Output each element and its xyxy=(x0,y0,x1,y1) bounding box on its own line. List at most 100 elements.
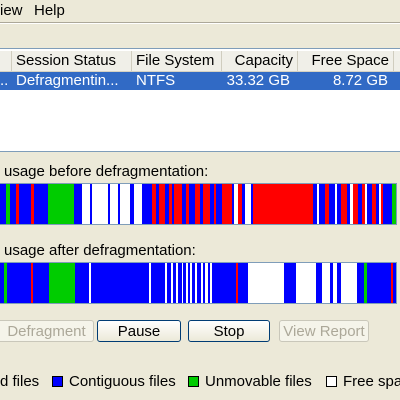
usage-segment xyxy=(347,184,350,224)
usage-segment xyxy=(367,184,372,224)
menu-help[interactable]: Help xyxy=(34,2,65,19)
usage-segment xyxy=(49,263,75,303)
usage-segment xyxy=(364,263,367,303)
free-swatch-icon xyxy=(326,376,337,387)
volume-row[interactable]: .. Defragmentin... NTFS 33.32 GB 8.72 GB xyxy=(0,72,400,90)
usage-segment xyxy=(391,263,393,303)
usage-segment xyxy=(357,263,360,303)
usage-segment xyxy=(372,184,376,224)
usage-segment xyxy=(203,184,210,224)
usage-segment xyxy=(169,184,172,224)
usage-segment xyxy=(205,263,208,303)
usage-segment xyxy=(214,184,216,224)
usage-segment xyxy=(167,263,171,303)
usage-segment xyxy=(108,184,110,224)
usage-segment xyxy=(232,184,234,224)
usage-segment xyxy=(393,263,396,303)
usage-segment xyxy=(284,263,296,303)
usage-segment xyxy=(176,263,178,303)
usage-segment xyxy=(360,263,364,303)
defragment-button[interactable]: Defragment xyxy=(0,320,94,342)
usage-segment xyxy=(130,184,134,224)
usage-segment xyxy=(90,184,92,224)
usage-segment xyxy=(362,184,365,224)
unmovable-swatch-icon xyxy=(188,376,199,387)
usage-segment xyxy=(325,184,329,224)
usage-before-label: usage before defragmentation: xyxy=(4,163,209,180)
usage-segment xyxy=(16,184,19,224)
usage-segment xyxy=(142,184,152,224)
legend-fragmented: d files xyxy=(0,374,45,392)
column-header-session-status[interactable]: Session Status xyxy=(12,51,132,71)
usage-segment xyxy=(174,184,182,224)
usage-segment xyxy=(392,184,396,224)
usage-segment xyxy=(381,184,383,224)
usage-segment xyxy=(238,263,248,303)
usage-before-bars xyxy=(0,184,396,224)
usage-segment xyxy=(296,263,316,303)
usage-after-bars xyxy=(0,263,396,303)
usage-segment xyxy=(0,263,4,303)
legend-free-label: Free spa xyxy=(343,374,400,390)
legend-contiguous: Contiguous files xyxy=(52,374,182,392)
usage-segment xyxy=(201,263,203,303)
column-header-free-space[interactable]: Free Space xyxy=(298,51,394,71)
usage-segment xyxy=(383,184,386,224)
volume-list[interactable]: Session Status File System Capacity Free… xyxy=(0,48,400,152)
usage-segment xyxy=(172,184,174,224)
usage-segment xyxy=(173,263,176,303)
legend-unmovable-label: Unmovable files xyxy=(205,373,312,390)
usage-segment xyxy=(75,263,89,303)
usage-segment xyxy=(200,184,203,224)
usage-segment xyxy=(7,263,31,303)
usage-segment xyxy=(335,184,337,224)
usage-segment xyxy=(379,184,381,224)
usage-segment xyxy=(208,263,210,303)
usage-segment xyxy=(192,263,195,303)
usage-segment xyxy=(234,184,238,224)
usage-segment xyxy=(248,263,284,303)
usage-segment xyxy=(6,184,10,224)
usage-segment xyxy=(341,263,357,303)
usage-segment xyxy=(313,184,317,224)
usage-segment xyxy=(210,184,214,224)
usage-segment xyxy=(165,184,169,224)
usage-segment xyxy=(48,184,74,224)
usage-segment xyxy=(120,184,130,224)
usage-segment xyxy=(19,184,31,224)
menu-separator xyxy=(0,22,400,24)
pause-button[interactable]: Pause xyxy=(97,320,181,342)
usage-segment xyxy=(238,184,242,224)
usage-segment xyxy=(197,263,201,303)
usage-segment xyxy=(245,184,251,224)
menu-bar: iew Help xyxy=(0,0,400,22)
usage-segment xyxy=(159,184,165,224)
column-header-volume[interactable] xyxy=(0,51,12,71)
usage-segment xyxy=(182,184,186,224)
usage-segment xyxy=(353,184,358,224)
usage-segment xyxy=(322,263,330,303)
usage-segment xyxy=(376,184,379,224)
usage-segment xyxy=(92,184,108,224)
usage-segment xyxy=(222,184,232,224)
usage-segment xyxy=(34,184,48,224)
usage-segment xyxy=(31,263,33,303)
volume-session-status: Defragmentin... xyxy=(16,72,119,89)
legend-free: Free spa xyxy=(326,374,400,392)
column-header-file-system[interactable]: File System xyxy=(132,51,222,71)
column-header-capacity[interactable]: Capacity xyxy=(222,51,298,71)
usage-segment xyxy=(33,263,49,303)
usage-segment xyxy=(156,184,159,224)
usage-segment xyxy=(182,263,183,303)
usage-segment xyxy=(367,263,391,303)
usage-segment xyxy=(329,184,335,224)
usage-segment xyxy=(333,263,337,303)
usage-segment xyxy=(152,184,156,224)
view-report-button[interactable]: View Report xyxy=(279,320,369,342)
stop-button[interactable]: Stop xyxy=(188,320,270,342)
menu-view[interactable]: iew xyxy=(0,2,23,19)
usage-segment xyxy=(212,263,236,303)
usage-segment xyxy=(253,184,313,224)
usage-segment xyxy=(151,263,165,303)
usage-segment xyxy=(10,184,16,224)
